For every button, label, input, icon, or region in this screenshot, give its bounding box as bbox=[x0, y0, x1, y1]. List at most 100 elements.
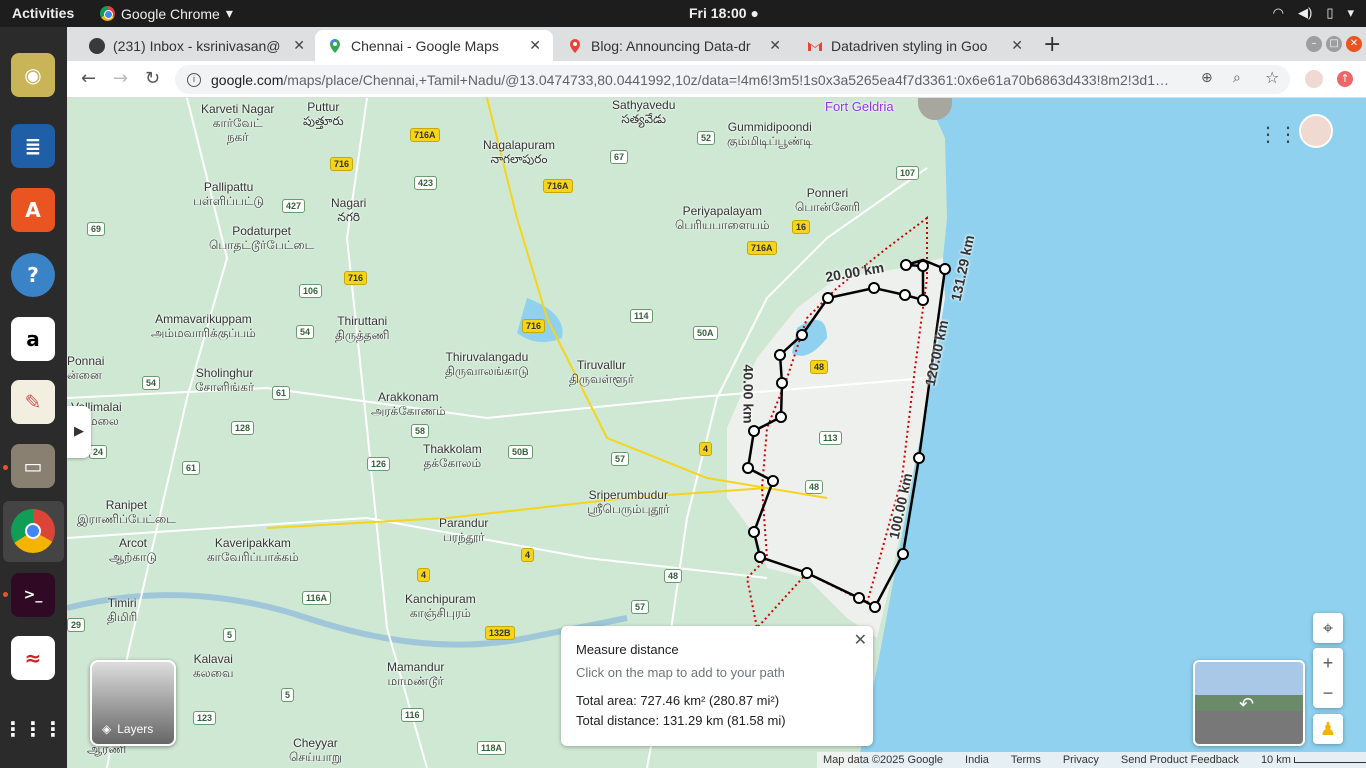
install-icon[interactable]: ⊕ bbox=[1201, 70, 1213, 86]
software-center-icon[interactable]: A bbox=[11, 188, 55, 232]
maximize-button[interactable]: □ bbox=[1326, 36, 1342, 52]
place-label[interactable]: Sriperumbudur ஸ்ரீபெரும்புதூர் bbox=[587, 488, 670, 516]
highway-shield: 132B bbox=[485, 626, 515, 640]
highway-shield: 4 bbox=[417, 568, 431, 582]
place-label[interactable]: Periyapalayam பெரியபாளையம் bbox=[675, 204, 770, 232]
close-icon[interactable]: ✕ bbox=[529, 37, 541, 54]
place-label[interactable]: Nagalapuram నాగలాపురం bbox=[483, 138, 555, 166]
road-shield: 52 bbox=[697, 131, 716, 145]
place-text: Tiruvallur திருவள்ளூர் bbox=[569, 358, 634, 386]
place-label[interactable]: Pallipattu பள்ளிப்பட்டு bbox=[193, 180, 264, 208]
address-bar[interactable]: i google.com/maps/place/Chennai,+Tamil+N… bbox=[175, 65, 1290, 94]
scale-bar[interactable]: 10 km bbox=[1261, 754, 1366, 766]
place-label[interactable]: Ponneri பொன்னேரி bbox=[795, 186, 860, 214]
road-shield: 29 bbox=[67, 618, 86, 632]
place-label[interactable]: Nagari నగరి bbox=[331, 196, 366, 224]
place-label[interactable]: Parandur பரந்தூர் bbox=[439, 516, 488, 544]
bookmark-star-icon[interactable]: ☆ bbox=[1265, 68, 1279, 87]
tab-blog[interactable]: Blog: Announcing Data-dr ✕ bbox=[555, 30, 793, 61]
document-viewer-icon[interactable]: ≈ bbox=[11, 636, 55, 680]
reload-button[interactable]: ↻ bbox=[145, 68, 160, 89]
road-shield: 423 bbox=[414, 176, 438, 190]
place-label[interactable]: Arakkonam அரக்கோணம் bbox=[371, 390, 446, 418]
street-view-preview[interactable]: ↶ bbox=[1193, 660, 1305, 746]
place-label[interactable]: Karveti Nagar கார்வேட் நகர் bbox=[201, 102, 274, 144]
terms-link[interactable]: Terms bbox=[1011, 754, 1041, 766]
rhythmbox-icon[interactable]: ◉ bbox=[11, 53, 55, 97]
place-label[interactable]: Ponnai ன்னை bbox=[67, 354, 104, 382]
place-label[interactable]: Thiruttani திருத்தணி bbox=[335, 314, 389, 342]
clock[interactable]: Fri 18:00 ● bbox=[689, 5, 759, 21]
tab-datadriven[interactable]: Datadriven styling in Goo ✕ bbox=[795, 30, 1035, 61]
site-info-icon[interactable]: i bbox=[187, 72, 201, 87]
expand-side-panel-button[interactable]: ▶ bbox=[67, 406, 91, 458]
help-icon[interactable]: ? bbox=[11, 253, 55, 297]
files-icon[interactable]: ▭ bbox=[11, 444, 55, 488]
privacy-link[interactable]: Privacy bbox=[1063, 754, 1099, 766]
scale-text: 10 km bbox=[1260, 754, 1291, 766]
road-shield: 58 bbox=[411, 424, 430, 438]
zoom-icon[interactable]: ⌕ bbox=[1233, 70, 1241, 86]
poi-label[interactable]: Fort Geldria bbox=[825, 100, 894, 114]
show-apps-icon[interactable]: ⋮⋮⋮ bbox=[3, 707, 63, 751]
new-tab-button[interactable]: + bbox=[1043, 32, 1061, 57]
zoom-out-button[interactable]: − bbox=[1313, 678, 1343, 708]
region-link[interactable]: India bbox=[965, 754, 989, 766]
tab-chennai-maps[interactable]: Chennai - Google Maps ✕ bbox=[315, 30, 553, 61]
highway-shield: 48 bbox=[810, 360, 829, 374]
terminal-icon[interactable]: >_ bbox=[11, 573, 55, 617]
app-menu[interactable]: Google Chrome ▾ bbox=[100, 5, 233, 22]
close-icon[interactable]: ✕ bbox=[854, 630, 867, 650]
place-label[interactable]: Podaturpet பொதட்டூர்பேட்டை bbox=[209, 224, 314, 252]
place-label[interactable]: Ranipet இராணிப்பேட்டை bbox=[77, 498, 176, 526]
place-label[interactable]: Puttur పుత్తూరు bbox=[303, 100, 344, 128]
forward-button[interactable]: → bbox=[113, 68, 128, 89]
activities-button[interactable]: Activities bbox=[12, 5, 74, 21]
zoom-in-button[interactable]: + bbox=[1313, 648, 1343, 678]
update-icon[interactable]: ↑ bbox=[1337, 71, 1353, 87]
place-label[interactable]: Tiruvallur திருவள்ளூர் bbox=[569, 358, 634, 386]
crosshair-icon: ⌖ bbox=[1322, 618, 1334, 638]
chrome-dock-icon[interactable] bbox=[11, 509, 55, 553]
road-shield: 106 bbox=[299, 284, 323, 298]
feedback-link[interactable]: Send Product Feedback bbox=[1121, 754, 1239, 766]
place-label[interactable]: Cheyyar செய்யாறு bbox=[289, 736, 342, 764]
place-text: Kalavai கலவை bbox=[193, 652, 234, 680]
my-location-button[interactable]: ⌖ bbox=[1313, 613, 1343, 643]
close-icon[interactable]: ✕ bbox=[293, 37, 305, 54]
place-label[interactable]: Kaveripakkam காவேரிப்பாக்கம் bbox=[207, 536, 299, 564]
close-icon[interactable]: ✕ bbox=[1011, 37, 1023, 54]
map-canvas[interactable]: Karveti Nagar கார்வேட் நகர் Puttur పుత్త… bbox=[67, 98, 1366, 768]
place-label[interactable]: Timiri திமிரி bbox=[107, 596, 137, 624]
close-window-button[interactable]: ✕ bbox=[1346, 36, 1362, 52]
total-area: Total area: 727.46 km² (280.87 mi²) bbox=[576, 693, 780, 708]
profile-avatar-icon[interactable] bbox=[1305, 70, 1323, 88]
amazon-icon[interactable]: a bbox=[11, 317, 55, 361]
pegman-button[interactable]: ♟ bbox=[1313, 714, 1343, 744]
writer-icon[interactable]: ≣ bbox=[11, 124, 55, 168]
close-icon[interactable]: ✕ bbox=[769, 37, 781, 54]
text-editor-icon[interactable]: ✎ bbox=[11, 380, 55, 424]
place-text: Arcot ஆற்காடு bbox=[109, 536, 157, 564]
place-label[interactable]: Thakkolam தக்கோலம் bbox=[423, 442, 482, 470]
place-label[interactable]: Kalavai கலவை bbox=[193, 652, 233, 680]
place-label[interactable]: Arcot ஆற்காடு bbox=[109, 536, 157, 564]
road-shield: 114 bbox=[630, 309, 653, 323]
place-label[interactable]: Sathyavedu సత్యవేడు bbox=[612, 98, 675, 126]
place-label[interactable]: Ammavarikuppam அம்மவாரிக்குப்பம் bbox=[151, 312, 256, 340]
place-label[interactable]: Gummidipoondi கும்மிடிப்பூண்டி bbox=[727, 120, 813, 148]
minimize-button[interactable]: – bbox=[1306, 36, 1322, 52]
road-shield: 427 bbox=[282, 199, 306, 213]
place-label[interactable]: Thiruvalangadu திருவாலங்காடு bbox=[445, 350, 529, 378]
system-tray[interactable]: ◠ ◀) ▯ ▾ bbox=[1273, 5, 1354, 21]
place-label[interactable]: Mamandur மாமண்டூர் bbox=[387, 660, 444, 688]
back-button[interactable]: ← bbox=[81, 68, 96, 89]
wifi-icon: ◠ bbox=[1272, 5, 1284, 20]
notification-dot-icon: ● bbox=[750, 5, 759, 21]
account-avatar[interactable] bbox=[1299, 114, 1333, 148]
place-label[interactable]: Sholinghur சோளிங்கர் bbox=[195, 366, 254, 394]
layers-button[interactable]: ◈ Layers bbox=[90, 660, 176, 746]
place-label[interactable]: Kanchipuram காஞ்சிபுரம் bbox=[405, 592, 476, 620]
layers-label: ◈ Layers bbox=[102, 722, 153, 736]
tab-inbox[interactable]: (231) Inbox - ksrinivasan@ ✕ bbox=[77, 30, 317, 61]
